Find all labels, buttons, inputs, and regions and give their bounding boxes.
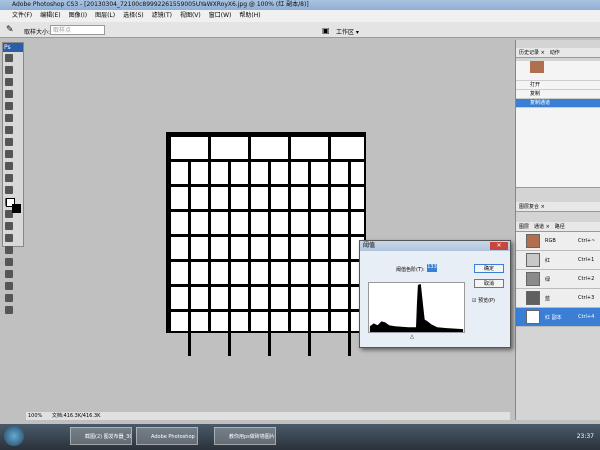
channel-name: 绿 bbox=[545, 276, 551, 283]
sample-size-select[interactable]: 取样点 bbox=[50, 25, 105, 35]
title-bar: Adobe Photoshop CS3 - [20130304_72100c89… bbox=[0, 0, 600, 10]
channel-row[interactable]: 红 副本 Ctrl+4 bbox=[516, 308, 600, 327]
channel-row[interactable]: 蓝 Ctrl+3 bbox=[516, 289, 600, 308]
options-bar: ✎ 取样大小: 取样点 ▣ 工作区 ▾ bbox=[0, 22, 600, 38]
tab-history[interactable]: 历史记录 × bbox=[519, 48, 545, 57]
menu-bar: 文件(F) 编辑(E) 图像(I) 图层(L) 选择(S) 滤镜(T) 视图(V… bbox=[0, 10, 600, 22]
channel-row[interactable]: 绿 Ctrl+2 bbox=[516, 270, 600, 289]
histogram bbox=[368, 282, 465, 333]
channel-shortcut: Ctrl+~ bbox=[578, 238, 596, 244]
channel-thumbnail bbox=[526, 272, 540, 286]
channel-thumbnail bbox=[526, 291, 540, 305]
doc-size: 文档:416.3K/416.3K bbox=[51, 413, 101, 419]
taskbar-item[interactable]: 截图(2) 图发布器_30... bbox=[70, 427, 132, 445]
eyedropper-icon[interactable]: ✎ bbox=[6, 25, 14, 35]
history-tabs: 历史记录 × 动作 bbox=[516, 48, 600, 58]
menu-select[interactable]: 选择(S) bbox=[123, 10, 144, 22]
menu-filter[interactable]: 滤镜(T) bbox=[152, 10, 172, 22]
history-item[interactable]: 复制通道 bbox=[516, 99, 600, 108]
sample-size-label: 取样大小: bbox=[24, 29, 51, 36]
taskbar-item[interactable]: Adobe Photoshop ... bbox=[136, 427, 198, 445]
channel-name: 红 bbox=[545, 257, 551, 264]
brick-canvas[interactable] bbox=[166, 132, 366, 356]
menu-file[interactable]: 文件(F) bbox=[12, 10, 32, 22]
menu-image[interactable]: 图像(I) bbox=[69, 10, 87, 22]
threshold-level-input[interactable]: 133 bbox=[427, 264, 437, 272]
palette-icon[interactable]: ▣ bbox=[322, 26, 330, 35]
zoom-level[interactable]: 100% bbox=[28, 413, 42, 419]
threshold-dialog: 阈值 ✕ 阈值色阶(T): 133 △ 确定 取消 ☑ 预览(P) bbox=[359, 240, 511, 348]
channel-name: 红 副本 bbox=[545, 314, 562, 321]
preview-checkbox[interactable]: ☑ 预览(P) bbox=[472, 297, 495, 304]
channel-shortcut: Ctrl+3 bbox=[578, 295, 595, 301]
tab-channels[interactable]: 通道 × bbox=[534, 222, 550, 231]
channel-thumbnail bbox=[526, 234, 540, 248]
channel-name: RGB bbox=[545, 238, 556, 244]
channel-shortcut: Ctrl+2 bbox=[578, 276, 595, 282]
channel-row[interactable]: RGB Ctrl+~ bbox=[516, 232, 600, 251]
menu-edit[interactable]: 编辑(E) bbox=[40, 10, 60, 22]
start-button[interactable] bbox=[4, 426, 24, 446]
background-color[interactable] bbox=[12, 204, 21, 213]
workspace-button[interactable]: 工作区 ▾ bbox=[336, 27, 359, 36]
taskbar: 截图(2) 图发布器_30... Adobe Photoshop ... 教你用… bbox=[0, 424, 600, 450]
channel-thumbnail bbox=[526, 310, 540, 324]
close-button[interactable]: ✕ bbox=[490, 242, 508, 250]
menu-view[interactable]: 视图(V) bbox=[180, 10, 201, 22]
menu-layer[interactable]: 图层(L) bbox=[95, 10, 115, 22]
cancel-button[interactable]: 取消 bbox=[474, 279, 504, 288]
threshold-slider[interactable]: △ bbox=[410, 334, 414, 340]
status-bar: 100% 文档:416.3K/416.3K bbox=[26, 412, 510, 420]
channel-thumbnail bbox=[526, 253, 540, 267]
toolbox: Ps bbox=[2, 42, 24, 314]
channel-tabs: 图层 通道 × 路径 bbox=[516, 222, 600, 232]
threshold-level-label: 阈值色阶(T): bbox=[396, 267, 425, 273]
clock: 23:37 bbox=[576, 433, 594, 440]
history-item[interactable]: 复制 bbox=[516, 90, 600, 99]
tab-layers[interactable]: 图层 bbox=[519, 222, 529, 231]
channel-shortcut: Ctrl+4 bbox=[578, 314, 595, 320]
channel-shortcut: Ctrl+1 bbox=[578, 257, 595, 263]
dialog-title: 阈值 bbox=[360, 241, 510, 251]
menu-window[interactable]: 窗口(W) bbox=[209, 10, 232, 22]
taskbar-item[interactable]: 教你用ps做砖墙图片... bbox=[214, 427, 276, 445]
panel-dock: 历史记录 × 动作 打开 复制 复制通道 图层复合 × 图层 通道 × 路径 RGB C… bbox=[515, 40, 600, 420]
ok-button[interactable]: 确定 bbox=[474, 264, 504, 273]
history-snapshot[interactable] bbox=[516, 61, 600, 81]
tab-paths[interactable]: 路径 bbox=[555, 222, 565, 231]
channel-name: 蓝 bbox=[545, 295, 551, 302]
tab-actions[interactable]: 动作 bbox=[550, 48, 560, 57]
history-item[interactable]: 打开 bbox=[516, 81, 600, 90]
tools[interactable] bbox=[3, 52, 23, 318]
comps-tab[interactable]: 图层复合 × bbox=[516, 202, 600, 212]
menu-help[interactable]: 帮助(H) bbox=[239, 10, 260, 22]
ps-logo: Ps bbox=[3, 43, 23, 52]
channel-row[interactable]: 红 Ctrl+1 bbox=[516, 251, 600, 270]
